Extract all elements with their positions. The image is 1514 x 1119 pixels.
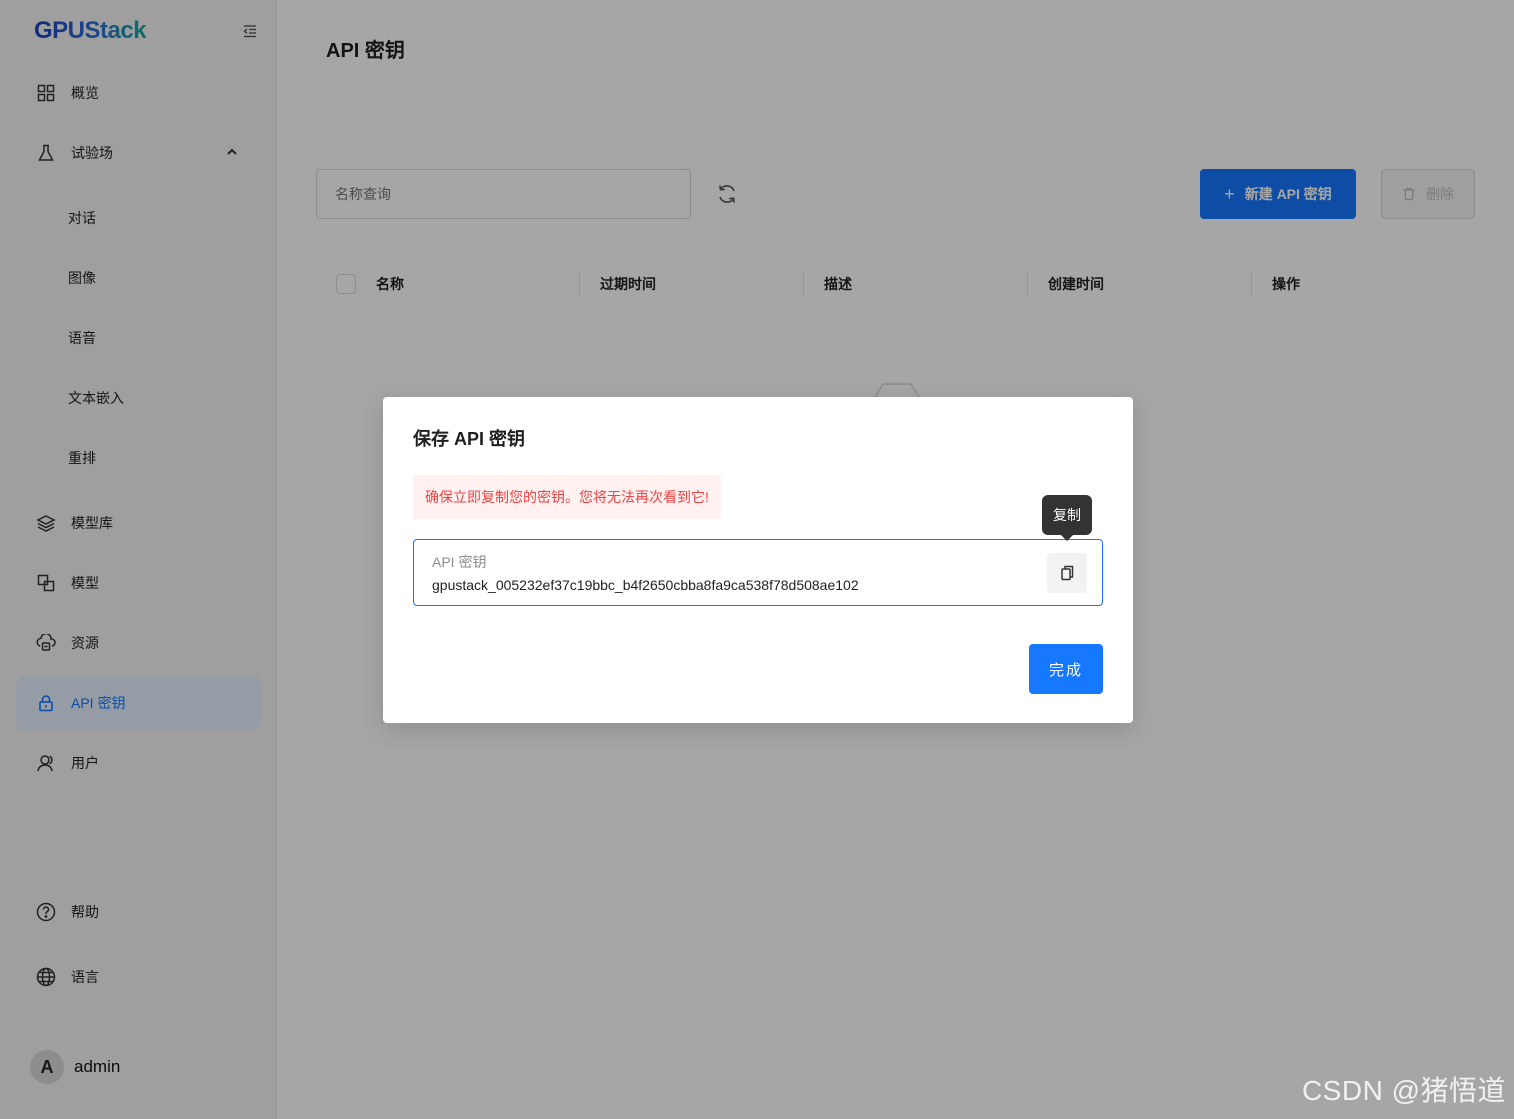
done-button[interactable]: 完成 [1029,644,1103,694]
copy-icon[interactable] [1047,553,1087,593]
save-api-key-modal: 保存 API 密钥 确保立即复制您的密钥。您将无法再次看到它! API 密钥 g… [383,397,1133,723]
copy-tooltip: 复制 [1042,495,1092,541]
watermark: CSDN @猪悟道 [1301,1075,1506,1106]
modal-title: 保存 API 密钥 [413,429,526,449]
api-key-field[interactable]: API 密钥 gpustack_005232ef37c19bbc_b4f2650… [413,539,1103,606]
api-key-value[interactable]: gpustack_005232ef37c19bbc_b4f2650cbba8fa… [432,577,859,593]
api-key-label: API 密钥 [432,554,487,570]
warning-alert: 确保立即复制您的密钥。您将无法再次看到它! [413,475,721,519]
